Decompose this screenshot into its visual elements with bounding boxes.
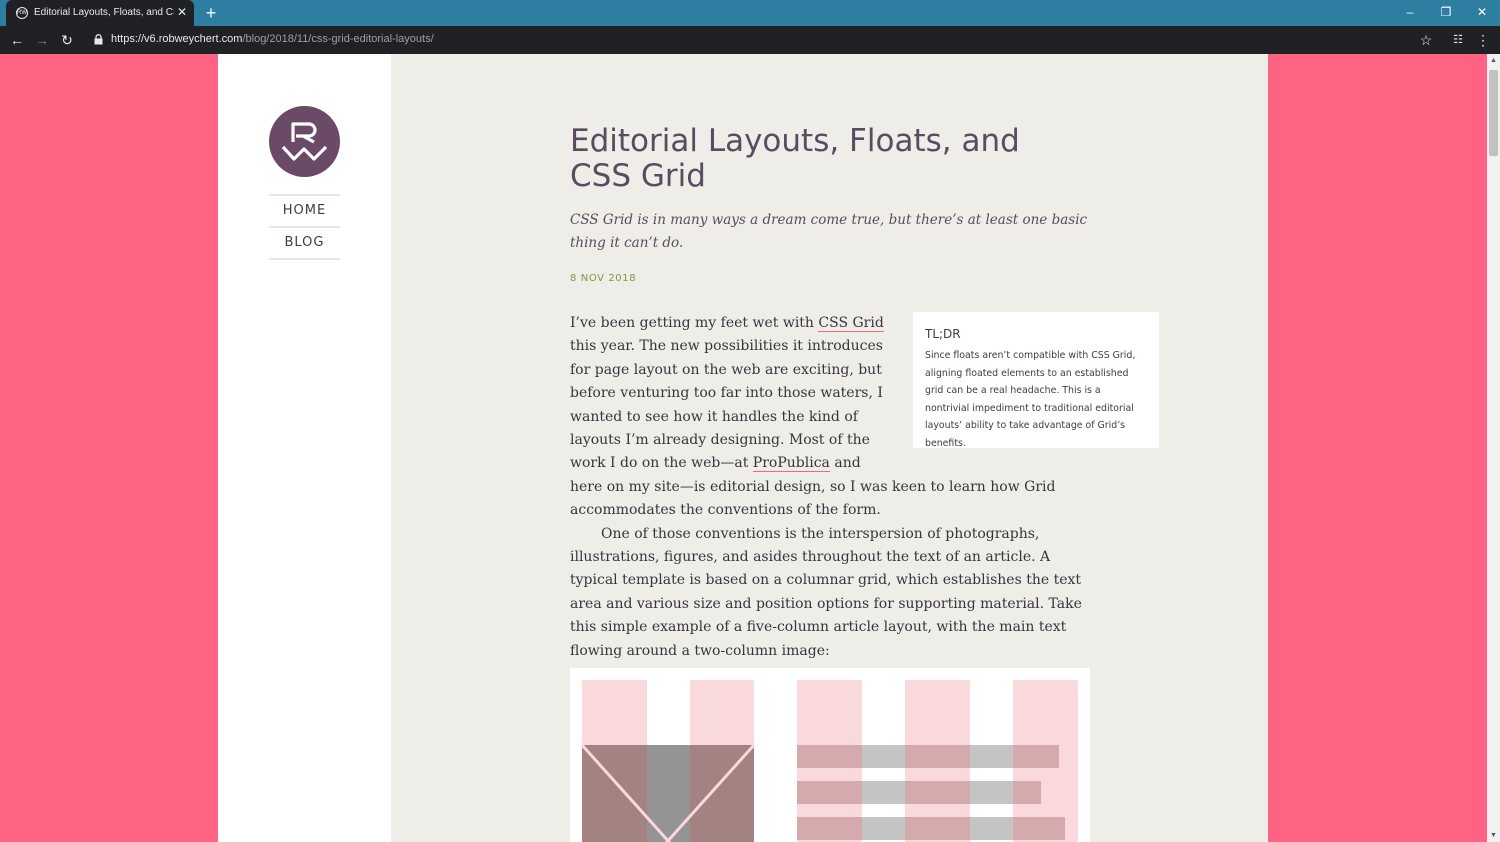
browser-toolbar: ← → ↻ https://v6.robweychert.com/blog/20… bbox=[0, 26, 1500, 54]
back-icon[interactable]: ← bbox=[8, 31, 26, 49]
paragraph-2: One of those conventions is the interspe… bbox=[570, 525, 1082, 659]
css-grid-link[interactable]: CSS Grid bbox=[818, 315, 884, 332]
article-title: Editorial Layouts, Floats, and CSS Grid bbox=[570, 123, 1020, 194]
browser-tab[interactable]: RW Editorial Layouts, Floats, and CSS ✕ bbox=[6, 0, 194, 26]
star-icon[interactable]: ☆ bbox=[1417, 31, 1435, 49]
url-domain: https://v6.robweychert.com bbox=[111, 33, 243, 45]
paragraph-1-text: I’ve been getting my feet wet with bbox=[570, 315, 819, 331]
forward-icon[interactable]: → bbox=[33, 31, 51, 49]
extension-icon[interactable]: ☷ bbox=[1449, 31, 1467, 49]
lock-icon[interactable] bbox=[89, 31, 107, 52]
sidebar: HOME BLOG bbox=[218, 54, 391, 842]
main-nav: HOME BLOG bbox=[269, 194, 340, 260]
paragraph-1-text: this year. The new possibilities it intr… bbox=[570, 338, 883, 472]
scrollbar-thumb[interactable] bbox=[1489, 70, 1498, 156]
page-scrollbar[interactable]: ▲ ▼ bbox=[1487, 54, 1500, 842]
page-viewport: HOME BLOG Editorial Layouts, Floats, and… bbox=[0, 54, 1487, 842]
tldr-box: TL;DR Since floats aren’t compatible wit… bbox=[913, 312, 1159, 449]
layout-diagram-illustration bbox=[580, 680, 1078, 842]
main-content: Editorial Layouts, Floats, and CSS Grid … bbox=[391, 54, 1268, 842]
layout-diagram-figure bbox=[570, 668, 1090, 842]
new-tab-button[interactable]: + bbox=[203, 2, 219, 24]
url-path: /blog/2018/11/css-grid-editorial-layouts… bbox=[242, 33, 434, 45]
tldr-title: TL;DR bbox=[925, 327, 961, 341]
reload-icon[interactable]: ↻ bbox=[58, 31, 76, 49]
address-bar[interactable]: https://v6.robweychert.com/blog/2018/11/… bbox=[111, 33, 434, 45]
article-subtitle: CSS Grid is in many ways a dream come tr… bbox=[570, 212, 1088, 251]
site-logo[interactable] bbox=[269, 106, 340, 177]
restore-icon[interactable]: ❐ bbox=[1437, 4, 1455, 20]
menu-icon[interactable]: ⋮ bbox=[1474, 31, 1492, 49]
tldr-body: Since floats aren’t compatible with CSS … bbox=[925, 350, 1136, 449]
window-close-icon[interactable]: ✕ bbox=[1473, 4, 1491, 20]
tab-title: Editorial Layouts, Floats, and CSS bbox=[34, 7, 174, 18]
minimize-icon[interactable]: – bbox=[1401, 4, 1419, 20]
browser-titlebar: RW Editorial Layouts, Floats, and CSS ✕ … bbox=[0, 0, 1500, 26]
nav-blog-link[interactable]: BLOG bbox=[269, 228, 340, 260]
scroll-down-icon[interactable]: ▼ bbox=[1487, 829, 1500, 842]
nav-home-link[interactable]: HOME bbox=[269, 196, 340, 228]
rw-logo-icon bbox=[281, 122, 328, 161]
scroll-up-icon[interactable]: ▲ bbox=[1487, 54, 1500, 67]
tab-close-icon[interactable]: ✕ bbox=[177, 5, 187, 19]
propublica-link[interactable]: ProPublica bbox=[752, 455, 830, 473]
article-date: 8 NOV 2018 bbox=[570, 273, 637, 284]
article-body: TL;DR Since floats aren’t compatible wit… bbox=[570, 312, 1159, 663]
site-favicon-icon: RW bbox=[16, 7, 28, 19]
